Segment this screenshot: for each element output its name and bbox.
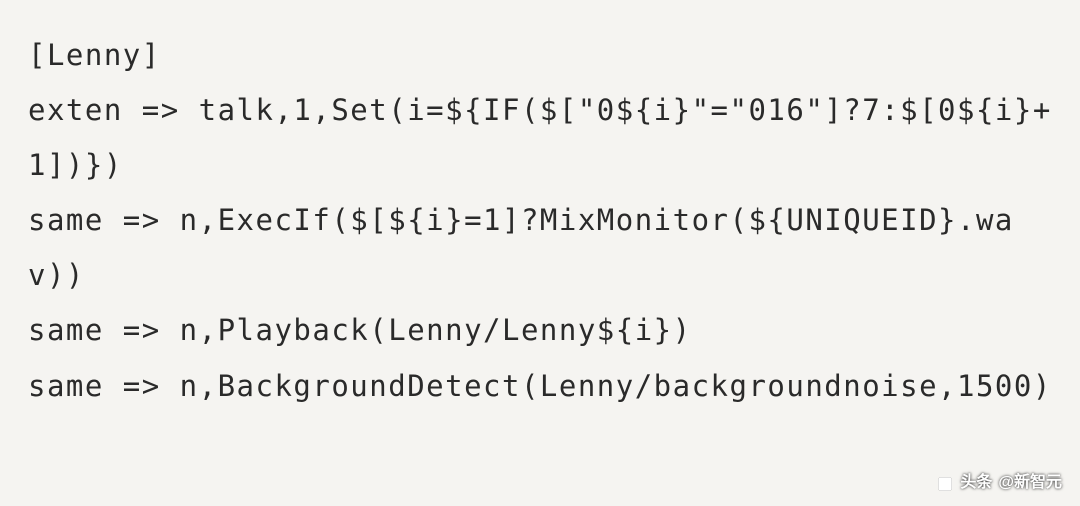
toutiao-icon (936, 474, 954, 492)
code-line: exten => talk,1,Set(i=${IF($["0${i}"="01… (28, 93, 1052, 182)
code-line: same => n,ExecIf($[${i}=1]?MixMonitor(${… (28, 203, 1014, 292)
code-block: [Lenny] exten => talk,1,Set(i=${IF($["0$… (28, 28, 1052, 414)
watermark-prefix: 头条 (960, 468, 992, 498)
watermark: 头条 @新智元 (936, 468, 1062, 498)
watermark-account: @新智元 (998, 468, 1062, 498)
code-line: same => n,BackgroundDetect(Lenny/backgro… (28, 369, 1052, 403)
code-line: same => n,Playback(Lenny/Lenny${i}) (28, 313, 692, 347)
code-line: [Lenny] (28, 38, 161, 72)
